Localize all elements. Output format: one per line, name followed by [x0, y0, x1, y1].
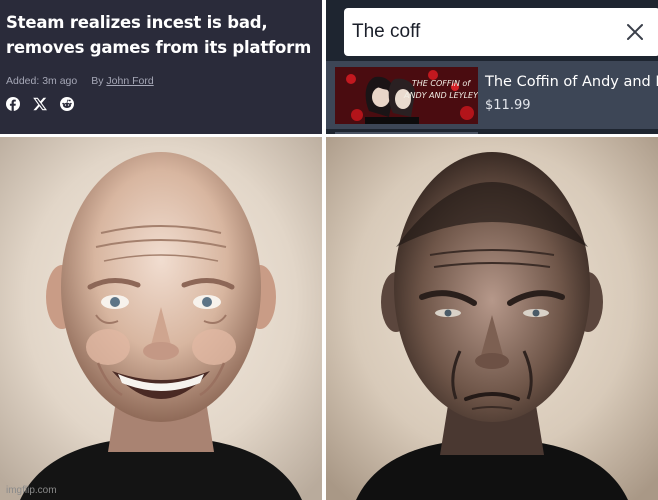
by-label: By: [91, 75, 104, 87]
next-result-edge: [335, 132, 478, 134]
author-link[interactable]: John Ford: [106, 75, 153, 87]
article-headline-line-2[interactable]: removes games from its platform: [6, 35, 317, 60]
facebook-icon[interactable]: [6, 97, 20, 111]
svg-text:ANDY AND LEYLEY: ANDY AND LEYLEY: [403, 91, 478, 100]
share-bar: [6, 97, 317, 111]
added-time-label: Added: 3m ago: [6, 75, 78, 87]
game-capsule-image: THE COFFIN of ANDY AND LEYLEY: [335, 67, 478, 124]
steam-search-panel: THE COFFIN of ANDY AND LEYLEY The Coffin…: [326, 0, 658, 134]
close-icon[interactable]: [626, 23, 644, 41]
svg-text:THE COFFIN of: THE COFFIN of: [412, 79, 471, 88]
byline: By John Ford: [91, 75, 153, 87]
news-article-header: Steam realizes incest is bad, removes ga…: [0, 0, 323, 134]
article-headline-line-1[interactable]: Steam realizes incest is bad,: [6, 10, 317, 35]
result-price: $11.99: [485, 98, 531, 113]
search-result-item[interactable]: THE COFFIN of ANDY AND LEYLEY The Coffin…: [326, 61, 658, 129]
article-meta: Added: 3m ago By John Ford: [6, 75, 317, 87]
result-title[interactable]: The Coffin of Andy and Leyley: [485, 74, 658, 90]
search-input[interactable]: [352, 8, 622, 56]
angry-bald-man-portrait: [326, 137, 658, 500]
capsule-art: THE COFFIN of ANDY AND LEYLEY: [335, 67, 478, 124]
happy-bald-man-portrait: imgflip.com: [0, 137, 322, 500]
x-icon[interactable]: [33, 97, 47, 111]
article-headline[interactable]: Steam realizes incest is bad, removes ga…: [6, 10, 317, 60]
imgflip-watermark: imgflip.com: [6, 485, 57, 496]
search-box: [344, 8, 658, 56]
reddit-icon[interactable]: [60, 97, 74, 111]
